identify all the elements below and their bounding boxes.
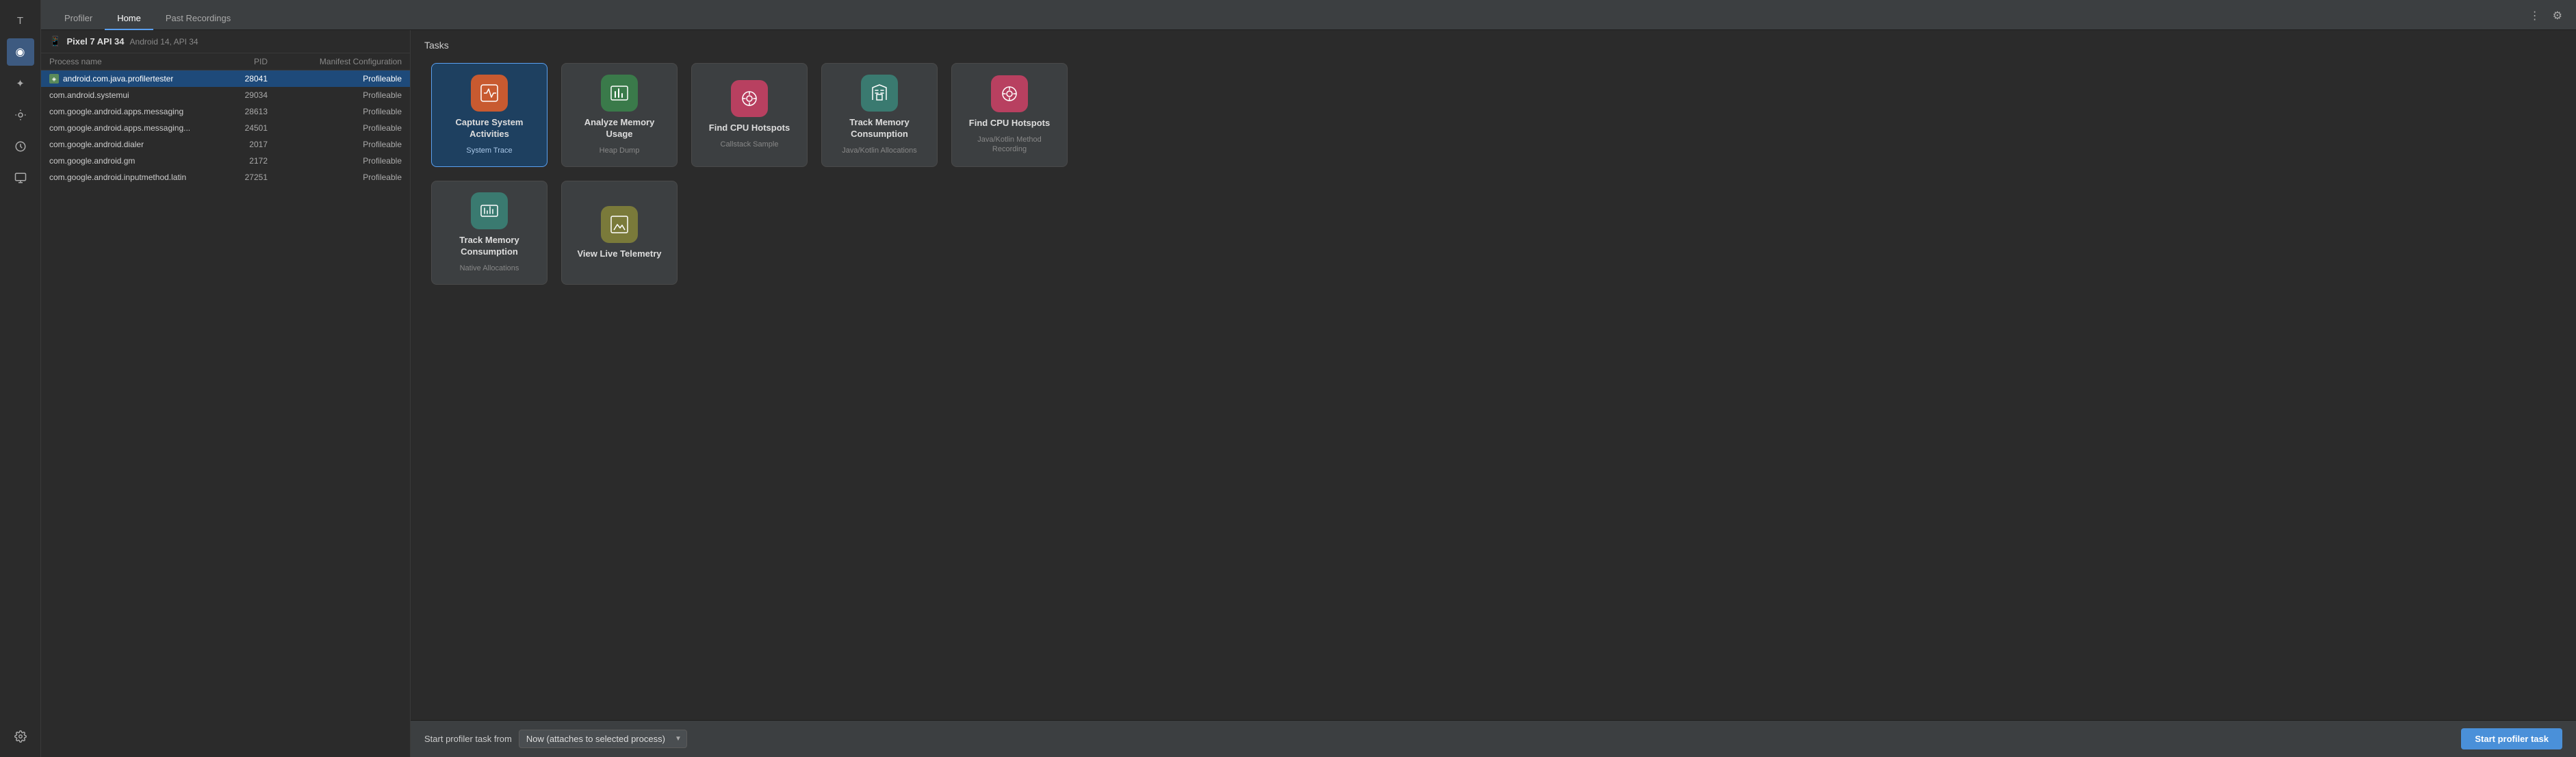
col-process-name: Process name (49, 57, 224, 66)
task-title-find-cpu-hotspots-2: Find CPU Hotspots (969, 118, 1050, 129)
process-app-icon: ◈ (49, 74, 59, 84)
task-subtitle-track-memory-consumption-java: Java/Kotlin Allocations (842, 146, 916, 155)
task-title-track-memory-consumption-java: Track Memory Consumption (830, 117, 929, 140)
device-api: Android 14, API 34 (130, 37, 198, 47)
process-name: android.com.java.profilertester (63, 74, 173, 84)
task-card-find-cpu-hotspots-2[interactable]: Find CPU Hotspots Java/Kotlin Method Reco… (951, 63, 1068, 167)
task-title-capture-system-activities: Capture System Activities (440, 117, 539, 140)
task-icon-find-cpu-hotspots-2 (991, 75, 1028, 112)
device-name: Pixel 7 API 34 (66, 36, 124, 47)
task-card-track-memory-consumption-java[interactable]: Track Memory Consumption Java/Kotlin Allo… (821, 63, 938, 167)
terminal-icon[interactable]: T (7, 7, 34, 34)
process-pid: 29034 (224, 90, 279, 100)
clock-icon[interactable] (7, 133, 34, 160)
tab-home[interactable]: Home (105, 8, 153, 30)
task-title-analyze-memory-usage: Analyze Memory Usage (570, 117, 669, 140)
task-icon-find-cpu-hotspots-1 (731, 80, 768, 117)
task-card-view-live-telemetry[interactable]: View Live Telemetry (561, 181, 678, 285)
bottom-bar: Start profiler task from Now (attaches t… (411, 720, 2576, 757)
monitor-icon[interactable] (7, 164, 34, 192)
process-manifest: Profileable (279, 107, 402, 116)
left-panel: 📱 Pixel 7 API 34 Android 14, API 34 Proc… (41, 30, 411, 757)
more-options-icon[interactable]: ⋮ (2527, 8, 2543, 24)
process-name: com.google.android.apps.messaging... (49, 123, 190, 133)
dropdown-wrapper: Now (attaches to selected process) ▼ (519, 730, 687, 748)
table-row[interactable]: com.google.android.inputmethod.latin 2725… (41, 169, 410, 185)
right-panel: Tasks Capture System Activities System Tr… (411, 30, 2576, 757)
tasks-grid: Capture System Activities System Trace Ana… (411, 56, 2576, 720)
start-profiler-task-button[interactable]: Start profiler task (2461, 728, 2562, 749)
task-icon-track-memory-consumption-native (471, 192, 508, 229)
content-area: 📱 Pixel 7 API 34 Android 14, API 34 Proc… (41, 30, 2576, 757)
process-manifest: Profileable (279, 74, 402, 84)
task-card-capture-system-activities[interactable]: Capture System Activities System Trace (431, 63, 548, 167)
tabs-left: Profiler Home Past Recordings (52, 7, 243, 29)
badge-icon[interactable]: ✦ (7, 70, 34, 97)
profiler-icon[interactable]: ◉ (7, 38, 34, 66)
process-pid: 28041 (224, 74, 279, 84)
process-table-header: Process name PID Manifest Configuration (41, 53, 410, 70)
tab-bar: Profiler Home Past Recordings ⋮ ⚙ (41, 0, 2576, 30)
process-pid: 2017 (224, 140, 279, 149)
task-subtitle-find-cpu-hotspots-1: Callstack Sample (721, 140, 779, 149)
table-row[interactable]: com.google.android.apps.messaging 28613Pr… (41, 103, 410, 120)
process-manifest: Profileable (279, 140, 402, 149)
process-manifest: Profileable (279, 123, 402, 133)
tasks-header: Tasks (411, 30, 2576, 56)
task-title-view-live-telemetry: View Live Telemetry (577, 248, 661, 260)
task-icon-capture-system-activities (471, 75, 508, 112)
table-row[interactable]: com.google.android.gm 2172Profileable (41, 153, 410, 169)
process-name: com.google.android.gm (49, 156, 135, 166)
bottom-left: Start profiler task from Now (attaches t… (424, 730, 687, 748)
settings-icon[interactable]: ⚙ (2550, 8, 2565, 24)
process-name: com.google.android.apps.messaging (49, 107, 183, 116)
col-pid: PID (224, 57, 279, 66)
task-card-analyze-memory-usage[interactable]: Analyze Memory Usage Heap Dump (561, 63, 678, 167)
tab-past-recordings[interactable]: Past Recordings (153, 8, 243, 30)
process-name: com.google.android.inputmethod.latin (49, 172, 186, 182)
settings2-icon[interactable] (7, 723, 34, 750)
tab-profiler[interactable]: Profiler (52, 8, 105, 30)
task-icon-analyze-memory-usage (601, 75, 638, 112)
task-icon-view-live-telemetry (601, 206, 638, 243)
process-pid: 27251 (224, 172, 279, 182)
process-name: com.android.systemui (49, 90, 129, 100)
main-area: Profiler Home Past Recordings ⋮ ⚙ 📱 Pixe… (41, 0, 2576, 757)
task-title-find-cpu-hotspots-1: Find CPU Hotspots (709, 123, 790, 134)
tasks-row-1: Capture System Activities System Trace Ana… (431, 63, 2555, 167)
process-manifest: Profileable (279, 156, 402, 166)
tab-bar-right: ⋮ ⚙ (2527, 8, 2565, 29)
process-name: com.google.android.dialer (49, 140, 144, 149)
col-manifest: Manifest Configuration (279, 57, 402, 66)
process-table: Process name PID Manifest Configuration … (41, 53, 410, 757)
process-pid: 24501 (224, 123, 279, 133)
task-subtitle-track-memory-consumption-native: Native Allocations (460, 264, 519, 273)
process-pid: 2172 (224, 156, 279, 166)
sidebar: T ◉ ✦ (0, 0, 41, 757)
task-card-find-cpu-hotspots-1[interactable]: Find CPU Hotspots Callstack Sample (691, 63, 808, 167)
process-rows-container: ◈android.com.java.profilertester28041Pro… (41, 70, 410, 185)
process-manifest: Profileable (279, 90, 402, 100)
debug-icon[interactable] (7, 101, 34, 129)
start-from-label: Start profiler task from (424, 734, 512, 744)
task-subtitle-analyze-memory-usage: Heap Dump (600, 146, 640, 155)
profiler-task-dropdown[interactable]: Now (attaches to selected process) (519, 730, 687, 748)
device-icon: 📱 (49, 36, 61, 47)
tasks-row-2: Track Memory Consumption Native Allocatio… (431, 181, 2555, 285)
device-header: 📱 Pixel 7 API 34 Android 14, API 34 (41, 30, 410, 53)
table-row[interactable]: ◈ android.com.java.profilertester 28041Pro… (41, 70, 410, 87)
table-row[interactable]: com.google.android.apps.messaging... 2450… (41, 120, 410, 136)
task-subtitle-capture-system-activities: System Trace (466, 146, 512, 155)
table-row[interactable]: com.android.systemui 29034Profileable (41, 87, 410, 103)
process-manifest: Profileable (279, 172, 402, 182)
task-subtitle-find-cpu-hotspots-2: Java/Kotlin Method Recording (960, 135, 1059, 155)
task-icon-track-memory-consumption-java (861, 75, 898, 112)
task-title-track-memory-consumption-native: Track Memory Consumption (440, 235, 539, 258)
process-pid: 28613 (224, 107, 279, 116)
task-card-track-memory-consumption-native[interactable]: Track Memory Consumption Native Allocatio… (431, 181, 548, 285)
table-row[interactable]: com.google.android.dialer 2017Profileable (41, 136, 410, 153)
